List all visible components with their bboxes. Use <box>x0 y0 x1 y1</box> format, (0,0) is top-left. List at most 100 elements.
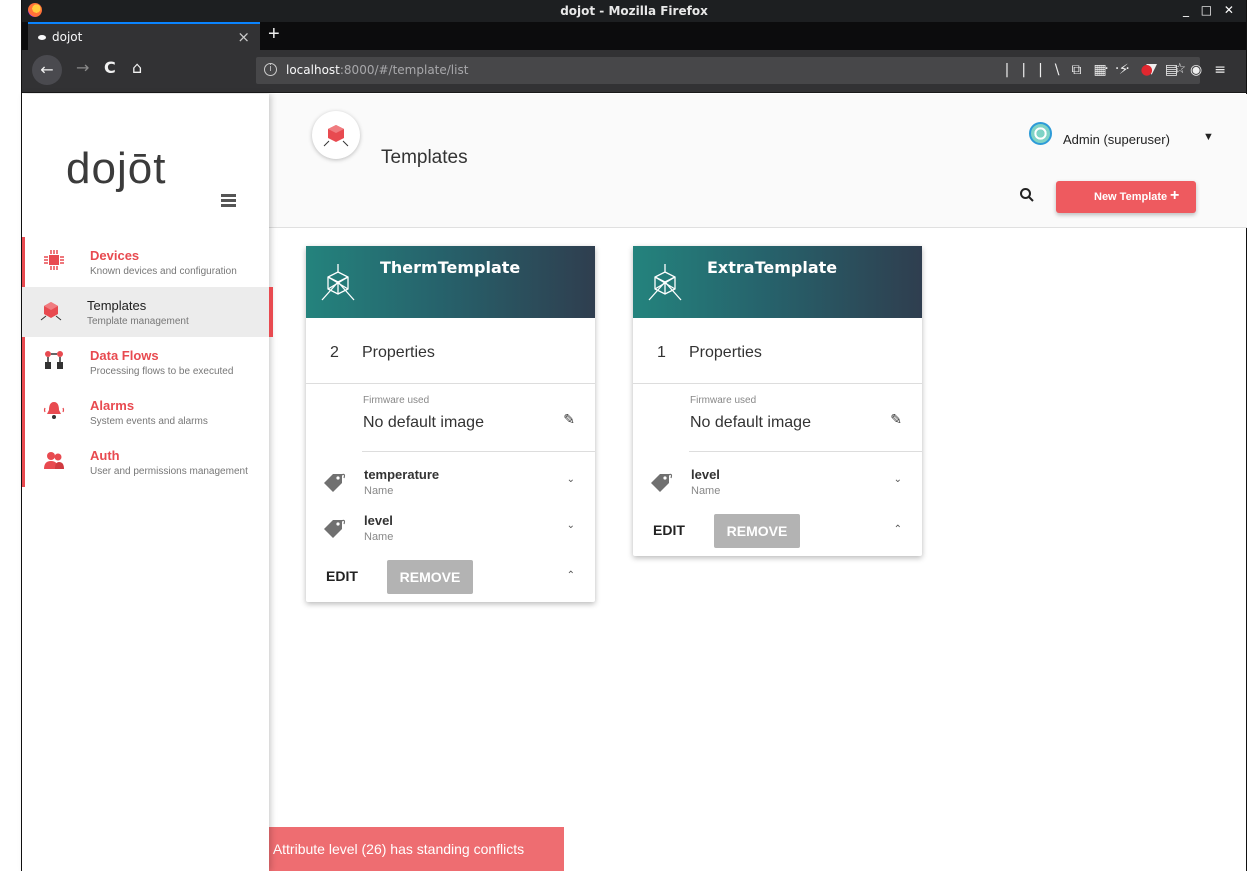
forward-button[interactable]: → <box>76 58 89 77</box>
nav-label: Alarms <box>90 398 135 413</box>
template-cube-icon <box>321 264 355 301</box>
nav-sublabel: Template management <box>87 316 189 327</box>
new-template-label: New Template <box>1094 191 1168 203</box>
back-button[interactable]: ← <box>32 55 62 85</box>
nav-label: Data Flows <box>90 348 159 363</box>
template-name: ThermTemplate <box>380 258 521 277</box>
properties-summary: 1 Properties <box>633 318 922 384</box>
toast-notification: Attribute level (26) has standing confli… <box>233 827 564 871</box>
bell-icon <box>43 402 65 419</box>
chevron-down-icon[interactable]: ⌄ <box>894 474 902 485</box>
notes-icon[interactable]: ▤ <box>1165 62 1190 78</box>
url-text[interactable]: localhost:8000/#/template/list <box>286 63 468 77</box>
sidebar: dojōt Devices Known devices and configur… <box>22 94 273 871</box>
firmware-value: No default image <box>363 414 484 431</box>
sidebar-item-data-flows[interactable]: Data Flows Processing flows to be execut… <box>22 337 269 387</box>
nav-label: Templates <box>87 298 147 313</box>
properties-label: Properties <box>362 344 435 361</box>
card-header: ThermTemplate <box>306 246 595 318</box>
attribute-item[interactable]: temperature Name ⌄ <box>306 458 595 504</box>
template-card-therm: ThermTemplate 2 Properties Firmware used… <box>306 246 595 602</box>
template-page-icon <box>312 111 360 159</box>
library-icon[interactable]: |||\ <box>1005 62 1072 78</box>
nav-label: Auth <box>90 448 120 463</box>
tag-icon <box>651 473 673 492</box>
chevron-up-icon[interactable]: ⌃ <box>894 524 902 535</box>
edit-button[interactable]: EDIT <box>326 568 358 584</box>
pencil-icon[interactable]: ✎ <box>890 411 902 428</box>
search-icon[interactable] <box>1019 187 1035 203</box>
profile-icon[interactable]: ◉ <box>1190 62 1214 78</box>
sidebar-item-devices[interactable]: Devices Known devices and configuration <box>22 237 269 287</box>
edit-button[interactable]: EDIT <box>653 522 685 538</box>
tomato-icon[interactable]: ● <box>1141 62 1165 78</box>
attribute-name: level <box>364 513 393 528</box>
user-menu-caret-icon[interactable]: ▼ <box>1203 131 1214 143</box>
chevron-down-icon[interactable]: ⌄ <box>567 520 575 531</box>
card-actions: EDIT REMOVE ⌃ <box>306 550 595 602</box>
url-path: :8000/#/template/list <box>339 63 469 77</box>
firmware-value: No default image <box>690 414 811 431</box>
cube-icon <box>40 302 62 321</box>
template-name: ExtraTemplate <box>707 258 838 277</box>
info-icon[interactable]: i <box>264 63 277 76</box>
toolbar-icons: |||\⧉▦⚡●▤◉≡ <box>1005 62 1238 78</box>
attribute-name: level <box>691 467 720 482</box>
chevron-down-icon[interactable]: ⌄ <box>567 474 575 485</box>
window-title: dojot - Mozilla Firefox <box>560 4 708 18</box>
chip-icon <box>44 250 64 270</box>
users-icon <box>44 452 64 469</box>
plus-icon: + <box>1170 187 1180 204</box>
tab-dojot[interactable]: dojot × <box>28 22 260 50</box>
pencil-icon[interactable]: ✎ <box>563 411 575 428</box>
remove-button[interactable]: REMOVE <box>387 560 473 594</box>
template-cube-icon <box>648 264 682 301</box>
sidebar-item-auth[interactable]: Auth User and permissions management <box>22 437 269 487</box>
attribute-item[interactable]: level Name ⌄ <box>306 504 595 550</box>
nav-sublabel: System events and alarms <box>90 416 208 427</box>
property-count: 2 <box>330 344 339 361</box>
nav-sublabel: Processing flows to be executed <box>90 366 234 377</box>
tab-bar: dojot × + <box>22 22 1246 50</box>
tab-close-icon[interactable]: × <box>237 28 250 46</box>
page-title: Templates <box>381 147 468 168</box>
attribute-name: temperature <box>364 467 440 482</box>
remove-button[interactable]: REMOVE <box>714 514 800 548</box>
card-header: ExtraTemplate <box>633 246 922 318</box>
attribute-sublabel: Name <box>691 485 721 497</box>
hamburger-icon[interactable] <box>221 194 236 209</box>
firmware-label: Firmware used <box>363 395 430 406</box>
reload-button[interactable]: C <box>104 58 116 77</box>
tag-icon <box>324 473 346 492</box>
extensions-icon[interactable]: ▦ <box>1094 62 1119 78</box>
menu-icon[interactable]: ≡ <box>1214 62 1238 78</box>
card-actions: EDIT REMOVE ⌃ <box>633 504 922 556</box>
firmware-section: Firmware used No default image ✎ <box>689 384 922 452</box>
browser-window: dojot - Mozilla Firefox _ □ ✕ dojot × + … <box>21 0 1247 871</box>
sidebar-item-templates[interactable]: Templates Template management <box>22 287 273 337</box>
new-template-button[interactable]: New Template + <box>1056 181 1196 213</box>
home-button[interactable]: ⌂ <box>132 58 142 77</box>
nav-bar: ← → C ⌂ i localhost:8000/#/template/list… <box>22 50 1246 93</box>
addon-icon[interactable]: ⚡ <box>1119 62 1141 78</box>
chevron-up-icon[interactable]: ⌃ <box>567 570 575 581</box>
firmware-label: Firmware used <box>690 395 757 406</box>
url-host: localhost <box>286 63 340 77</box>
tab-label: dojot <box>52 30 83 44</box>
avatar[interactable] <box>1029 122 1052 145</box>
firmware-section: Firmware used No default image ✎ <box>362 384 595 452</box>
properties-summary: 2 Properties <box>306 318 595 384</box>
nav-sublabel: Known devices and configuration <box>90 266 237 277</box>
page-header: Templates Admin (superuser) ▼ New Templa… <box>269 94 1247 228</box>
attribute-item[interactable]: level Name ⌄ <box>633 458 922 504</box>
flow-icon <box>45 351 63 369</box>
user-name[interactable]: Admin (superuser) <box>1063 132 1170 147</box>
app-content: dojōt Devices Known devices and configur… <box>22 94 1247 871</box>
window-controls[interactable]: _ □ ✕ <box>1183 3 1238 17</box>
reader-icon[interactable]: ⧉ <box>1072 62 1094 78</box>
attribute-sublabel: Name <box>364 485 394 497</box>
sidebar-item-alarms[interactable]: Alarms System events and alarms <box>22 387 269 437</box>
property-count: 1 <box>657 344 666 361</box>
new-tab-button[interactable]: + <box>268 23 280 46</box>
template-card-extra: ExtraTemplate 1 Properties Firmware used… <box>633 246 922 556</box>
